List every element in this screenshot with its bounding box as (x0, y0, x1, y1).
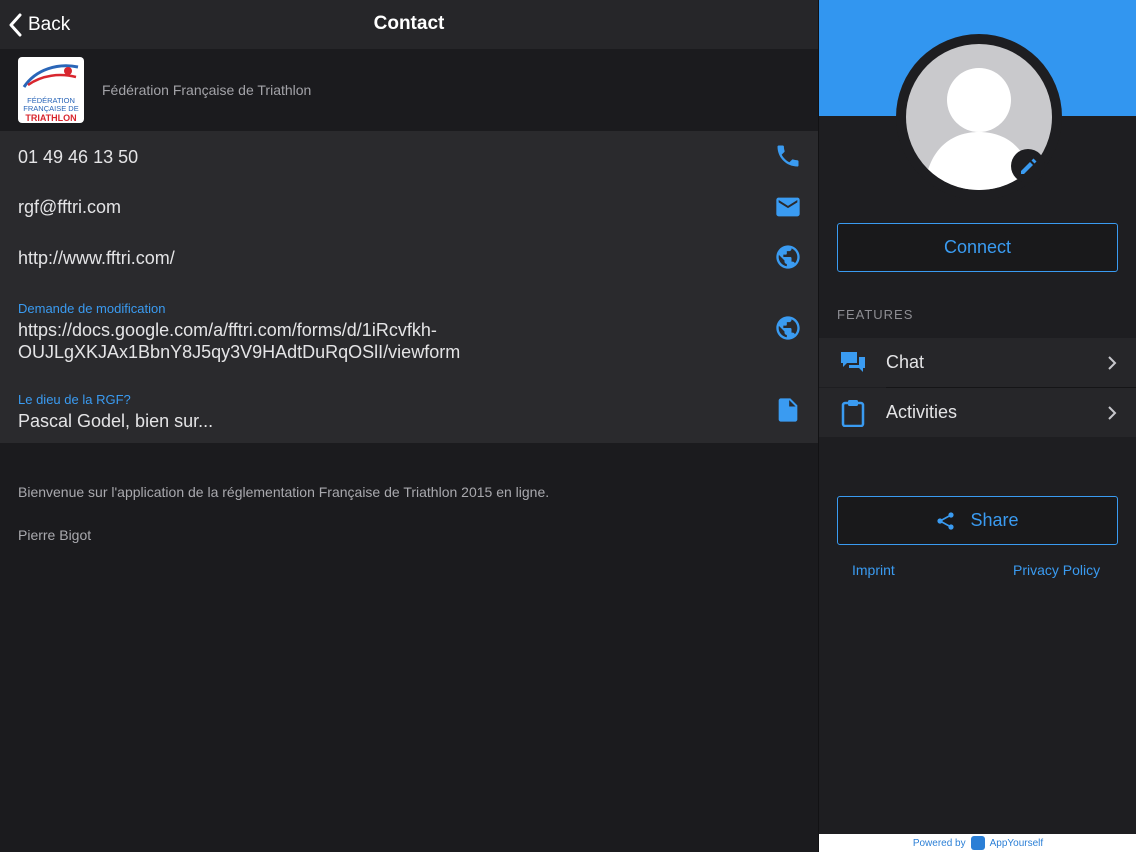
imprint-link[interactable]: Imprint (852, 562, 895, 578)
form-link-label: Demande de modification (18, 301, 166, 316)
chevron-left-icon (9, 13, 22, 37)
feature-label-activities: Activities (886, 402, 958, 422)
chevron-right-icon (1108, 356, 1117, 370)
feature-item-chat[interactable]: Chat (819, 338, 1136, 387)
mail-icon[interactable] (774, 193, 802, 221)
contact-details-card: 01 49 46 13 50 rgf@fftri.com http://www.… (0, 131, 818, 443)
powered-by-text: Powered by (912, 837, 966, 849)
share-icon (937, 511, 955, 530)
pencil-icon (1021, 158, 1037, 174)
globe-icon[interactable] (774, 243, 802, 271)
note-value: Pascal Godel, bien sur... (18, 411, 214, 431)
clipboard-icon (841, 400, 865, 427)
feature-label-chat: Chat (886, 352, 925, 372)
website-row[interactable]: http://www.fftri.com/ (0, 231, 818, 283)
document-icon[interactable] (774, 396, 802, 424)
share-button[interactable]: Share (837, 496, 1118, 545)
note-row[interactable]: Le dieu de la RGF? Pascal Godel, bien su… (0, 375, 818, 443)
contact-pane: Back Contact FÉDÉRATION FRANÇAISE DE TRI… (0, 0, 818, 852)
sidebar: Connect FEATURES Chat Activities Share I… (818, 0, 1136, 852)
connect-label: Connect (943, 237, 1012, 257)
organization-name: Fédération Française de Triathlon (102, 82, 312, 98)
page-title: Contact (373, 13, 445, 34)
form-link-row[interactable]: Demande de modification https://docs.goo… (0, 283, 818, 375)
form-link-url-line2: OUJLgXKJAx1BbnY8J5qy3V9HAdtDuRqOSlI/view… (18, 342, 461, 362)
connect-button[interactable]: Connect (837, 223, 1118, 272)
features-heading: FEATURES (837, 307, 914, 322)
phone-icon[interactable] (774, 142, 802, 170)
powered-by-brand: AppYourself (989, 837, 1044, 849)
chat-icon (841, 352, 865, 372)
phone-row[interactable]: 01 49 46 13 50 (0, 131, 818, 181)
globe-icon[interactable] (774, 314, 802, 342)
note-label: Le dieu de la RGF? (18, 392, 131, 407)
form-link-url-line1: https://docs.google.com/a/fftri.com/form… (18, 320, 437, 340)
signature-text: Pierre Bigot (18, 527, 92, 543)
edit-avatar-button[interactable] (1011, 149, 1045, 183)
privacy-policy-link[interactable]: Privacy Policy (1013, 562, 1100, 578)
back-button[interactable]: Back (8, 11, 70, 39)
appyourself-logo-icon (970, 836, 985, 850)
description-text: Bienvenue sur l'application de la réglem… (18, 484, 550, 500)
organization-header: FÉDÉRATION FRANÇAISE DE TRIATHLON Fédéra… (0, 49, 818, 131)
phone-number: 01 49 46 13 50 (18, 147, 139, 167)
powered-by-footer[interactable]: Powered by AppYourself (819, 834, 1136, 852)
back-label: Back (28, 14, 71, 35)
website-url: http://www.fftri.com/ (18, 248, 175, 268)
organization-logo: FÉDÉRATION FRANÇAISE DE TRIATHLON (18, 57, 84, 123)
svg-text:TRIATHLON: TRIATHLON (25, 113, 76, 123)
svg-text:FRANÇAISE DE: FRANÇAISE DE (23, 104, 78, 113)
navigation-bar: Back Contact (0, 0, 818, 49)
chevron-right-icon (1108, 406, 1117, 420)
email-row[interactable]: rgf@fftri.com (0, 181, 818, 231)
email-address: rgf@fftri.com (18, 197, 121, 217)
share-label: Share (970, 510, 1019, 530)
feature-item-activities[interactable]: Activities (819, 388, 1136, 437)
